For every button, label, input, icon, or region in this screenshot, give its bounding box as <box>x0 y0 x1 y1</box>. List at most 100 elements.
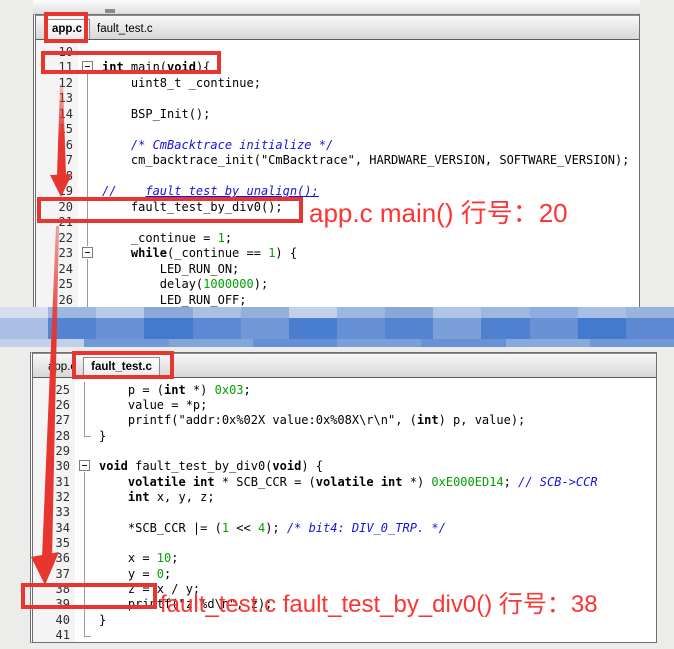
editor-workspace: app.c fault_test.c 1011 int main(void){12… <box>0 0 674 649</box>
code-line-25: 25 delay(1000000); <box>36 277 639 293</box>
code-line-11: 11 int main(void){ <box>36 60 639 76</box>
tab-bar-bottom: app.c fault_test.c <box>33 353 656 378</box>
fold-margin <box>78 261 98 277</box>
code-line-22: 22 _continue = 1; <box>36 230 639 246</box>
code-line-28: 28} <box>33 428 656 443</box>
line-number: 18 <box>36 168 78 184</box>
divider-row <box>0 339 674 347</box>
code-text: volatile int * SCB_CCR = (volatile int *… <box>95 475 598 489</box>
fold-margin <box>75 612 95 627</box>
code-line-13: 13 <box>36 91 639 107</box>
line-number: 20 <box>36 199 78 215</box>
code-line-15: 15 <box>36 122 639 138</box>
line-number: 14 <box>36 106 78 122</box>
code-text: fault_test_by_div0(); <box>98 200 283 214</box>
line-number: 41 <box>33 627 75 642</box>
fold-collapse-icon[interactable] <box>78 60 98 76</box>
fold-margin <box>75 382 95 397</box>
fold-margin <box>75 443 95 458</box>
line-number: 38 <box>33 581 75 596</box>
fold-margin <box>75 597 95 612</box>
code-line-26: 26 LED_RUN_OFF; <box>36 292 639 308</box>
fold-margin <box>78 75 98 91</box>
code-line-26: 26 value = *p; <box>33 397 656 412</box>
code-text: delay(1000000); <box>98 277 268 291</box>
fold-margin <box>78 44 98 60</box>
line-number: 17 <box>36 153 78 169</box>
tab-fault-test-c[interactable]: fault_test.c <box>90 20 160 39</box>
code-text: } <box>95 613 106 627</box>
code-text: x = 10; <box>95 551 178 565</box>
divider-row <box>0 307 674 318</box>
fold-margin <box>75 489 95 504</box>
code-text: BSP_Init(); <box>98 107 210 121</box>
line-number: 37 <box>33 566 75 581</box>
fold-margin <box>78 168 98 184</box>
line-number: 22 <box>36 230 78 246</box>
fold-margin <box>75 505 95 520</box>
fold-margin <box>75 428 95 443</box>
blurred-divider-band <box>0 307 674 347</box>
divider-row <box>0 318 674 339</box>
code-text: while(_continue == 1) { <box>98 246 297 260</box>
fold-margin <box>75 566 95 581</box>
window-top-strip <box>33 0 640 15</box>
tab-fault-test-c-bottom[interactable]: fault_test.c <box>83 357 160 377</box>
fold-margin <box>75 627 95 642</box>
line-number: 21 <box>36 215 78 231</box>
code-text: printf("addr:0x%02X value:0x%08X\r\n", (… <box>95 413 525 427</box>
line-number: 33 <box>33 505 75 520</box>
line-number: 13 <box>36 91 78 107</box>
line-number: 15 <box>36 122 78 138</box>
fold-margin <box>75 581 95 596</box>
code-text: int x, y, z; <box>95 490 215 504</box>
line-number: 25 <box>33 382 75 397</box>
fold-margin <box>75 397 95 412</box>
fold-margin <box>75 413 95 428</box>
line-number: 24 <box>36 261 78 277</box>
code-line-35: 35 <box>33 535 656 550</box>
code-text: LED_RUN_OFF; <box>98 293 247 307</box>
fold-margin <box>78 199 98 215</box>
code-line-23: 23 while(_continue == 1) { <box>36 246 639 262</box>
code-line-12: 12 uint8_t _continue; <box>36 75 639 91</box>
code-text: p = (int *) 0x03; <box>95 383 251 397</box>
code-line-36: 36 x = 10; <box>33 551 656 566</box>
splitter-handle[interactable] <box>105 9 115 13</box>
code-line-10: 10 <box>36 44 639 60</box>
line-number: 10 <box>36 44 78 60</box>
tab-app-c[interactable]: app.c <box>44 19 90 39</box>
fold-collapse-icon[interactable] <box>75 459 95 474</box>
line-number: 34 <box>33 520 75 535</box>
fold-margin <box>78 277 98 293</box>
fold-margin <box>78 91 98 107</box>
code-line-27: 27 printf("addr:0x%02X value:0x%08X\r\n"… <box>33 413 656 428</box>
tab-app-c-bottom[interactable]: app.c <box>41 358 83 377</box>
code-text: void fault_test_by_div0(void) { <box>95 459 323 473</box>
annotation-note-line-38: fault_test.c fault_test_by_div0() 行号：38 <box>160 584 598 619</box>
fold-margin <box>75 535 95 550</box>
fold-margin <box>78 230 98 246</box>
annotation-note-line-20: app.c main() 行号：20 <box>309 193 568 230</box>
code-line-24: 24 LED_RUN_ON; <box>36 261 639 277</box>
fold-margin <box>75 551 95 566</box>
code-editor-app-c[interactable]: 1011 int main(void){12 uint8_t _continue;… <box>36 40 639 310</box>
line-number: 40 <box>33 612 75 627</box>
code-text: /* CmBacktrace initialize */ <box>98 138 333 152</box>
code-text: *SCB_CCR |= (1 << 4); /* bit4: DIV_0_TRP… <box>95 521 446 535</box>
fold-margin <box>78 106 98 122</box>
code-line-29: 29 <box>33 443 656 458</box>
code-line-34: 34 *SCB_CCR |= (1 << 4); /* bit4: DIV_0_… <box>33 520 656 535</box>
fold-collapse-icon[interactable] <box>78 246 98 262</box>
line-number: 39 <box>33 597 75 612</box>
code-line-30: 30void fault_test_by_div0(void) { <box>33 459 656 474</box>
line-number: 11 <box>36 60 78 76</box>
line-number: 25 <box>36 277 78 293</box>
fold-margin <box>78 137 98 153</box>
code-line-32: 32 int x, y, z; <box>33 489 656 504</box>
code-line-33: 33 <box>33 505 656 520</box>
line-number: 26 <box>36 292 78 308</box>
code-text: _continue = 1; <box>98 231 232 245</box>
code-text: value = *p; <box>95 398 207 412</box>
code-text: int main(void){ <box>98 60 210 74</box>
